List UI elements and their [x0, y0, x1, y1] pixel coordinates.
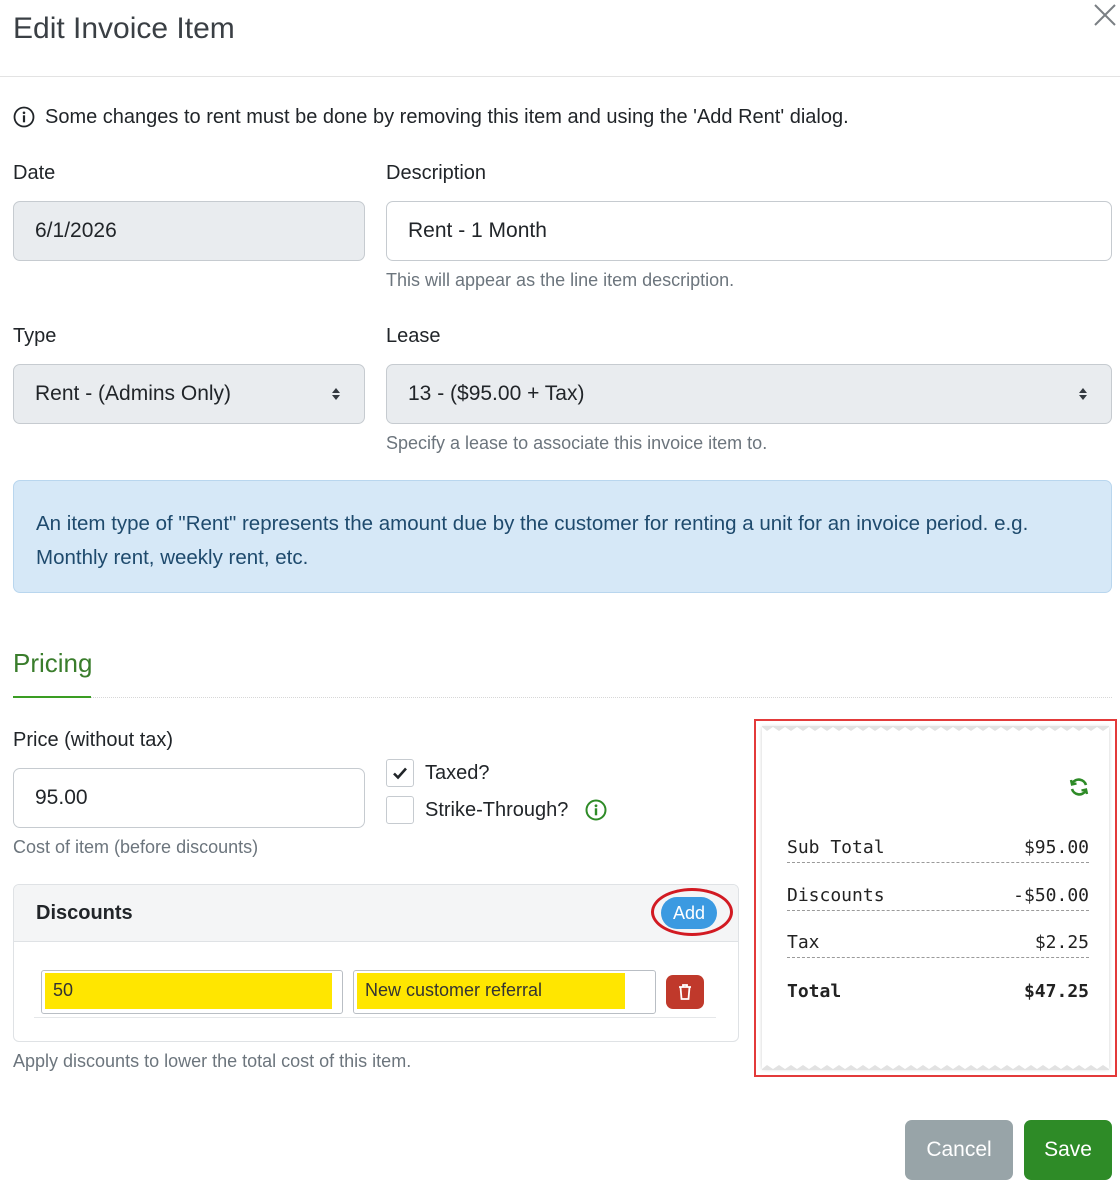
total-label: Total: [787, 980, 842, 1002]
trash-icon: [679, 984, 691, 1000]
discounts-summary-value: -$50.00: [1013, 885, 1089, 906]
lease-select[interactable]: 13 - ($95.00 + Tax): [386, 364, 1112, 424]
lease-selected-value: 13 - ($95.00 + Tax): [408, 382, 585, 405]
lease-help: Specify a lease to associate this invoic…: [386, 433, 768, 453]
refresh-icon[interactable]: [1068, 776, 1090, 798]
discount-amount-value: 50: [53, 980, 74, 1000]
receipt-edge: [762, 726, 1109, 731]
description-input[interactable]: [408, 219, 1111, 243]
add-discount-button[interactable]: Add: [661, 897, 717, 929]
strike-through-info-icon[interactable]: [585, 799, 607, 821]
date-label: Date: [13, 162, 56, 184]
price-field[interactable]: [13, 768, 365, 828]
discounts-title: Discounts: [36, 902, 133, 924]
strike-through-checkbox[interactable]: [386, 796, 414, 824]
price-summary-receipt: Sub Total $95.00 Discounts -$50.00 Tax $…: [762, 726, 1109, 1070]
rent-notice: Some changes to rent must be done by rem…: [13, 103, 849, 131]
lease-label: Lease: [386, 325, 441, 347]
taxed-label: Taxed?: [425, 761, 490, 784]
taxed-checkbox-row[interactable]: Taxed?: [386, 759, 490, 787]
type-label: Type: [13, 325, 57, 347]
description-help: This will appear as the line item descri…: [386, 270, 735, 290]
description-label: Description: [386, 162, 487, 184]
discount-amount-input[interactable]: 50: [41, 970, 343, 1014]
delete-discount-button[interactable]: [666, 975, 704, 1009]
discounts-summary-row: Discounts -$50.00: [787, 881, 1089, 911]
highlight-mark: [45, 973, 332, 1009]
discounts-summary-label: Discounts: [787, 885, 885, 906]
section-divider: [13, 697, 1112, 698]
tax-row: Tax $2.25: [787, 928, 1089, 958]
section-underline: [13, 696, 91, 698]
rent-type-info-alert: An item type of "Rent" represents the am…: [13, 480, 1112, 593]
price-help: Cost of item (before discounts): [13, 837, 259, 857]
total-row: Total $47.25: [787, 976, 1089, 1006]
tax-value: $2.25: [1034, 932, 1089, 953]
modal-title: Edit Invoice Item: [13, 12, 235, 45]
discount-reason-value: New customer referral: [365, 980, 543, 1000]
discounts-help: Apply discounts to lower the total cost …: [13, 1051, 412, 1071]
discounts-header: Discounts Add: [14, 885, 738, 942]
select-caret-icon: [332, 388, 340, 400]
total-value: $47.25: [1023, 980, 1089, 1002]
summary-annotation-frame: Sub Total $95.00 Discounts -$50.00 Tax $…: [754, 719, 1117, 1077]
date-value: 6/1/2026: [35, 219, 117, 242]
cancel-button[interactable]: Cancel: [905, 1120, 1013, 1180]
save-button[interactable]: Save: [1024, 1120, 1112, 1180]
modal-header: Edit Invoice Item: [0, 0, 1120, 77]
subtotal-label: Sub Total: [787, 837, 885, 858]
checkmark-icon: [393, 767, 407, 780]
subtotal-value: $95.00: [1023, 837, 1089, 858]
rent-notice-text: Some changes to rent must be done by rem…: [45, 105, 849, 128]
taxed-checkbox[interactable]: [386, 759, 414, 787]
strike-through-label: Strike-Through?: [425, 798, 569, 821]
subtotal-row: Sub Total $95.00: [787, 833, 1089, 863]
strike-through-checkbox-row[interactable]: Strike-Through?: [386, 796, 607, 824]
type-select[interactable]: Rent - (Admins Only): [13, 364, 365, 424]
tax-label: Tax: [787, 932, 820, 953]
description-field[interactable]: [386, 201, 1112, 261]
price-label: Price (without tax): [13, 729, 174, 751]
discount-reason-input[interactable]: New customer referral: [353, 970, 656, 1014]
price-input[interactable]: [35, 786, 364, 810]
pricing-section-title: Pricing: [13, 648, 93, 678]
discount-row-divider: [34, 1017, 716, 1018]
type-selected-value: Rent - (Admins Only): [35, 382, 232, 405]
select-caret-icon: [1079, 388, 1087, 400]
receipt-edge: [762, 1065, 1109, 1070]
discounts-card: Discounts Add 50 New customer referral: [13, 884, 739, 1042]
info-circle-icon: [13, 106, 35, 128]
date-field: 6/1/2026: [13, 201, 365, 261]
close-icon[interactable]: [1090, 0, 1120, 30]
